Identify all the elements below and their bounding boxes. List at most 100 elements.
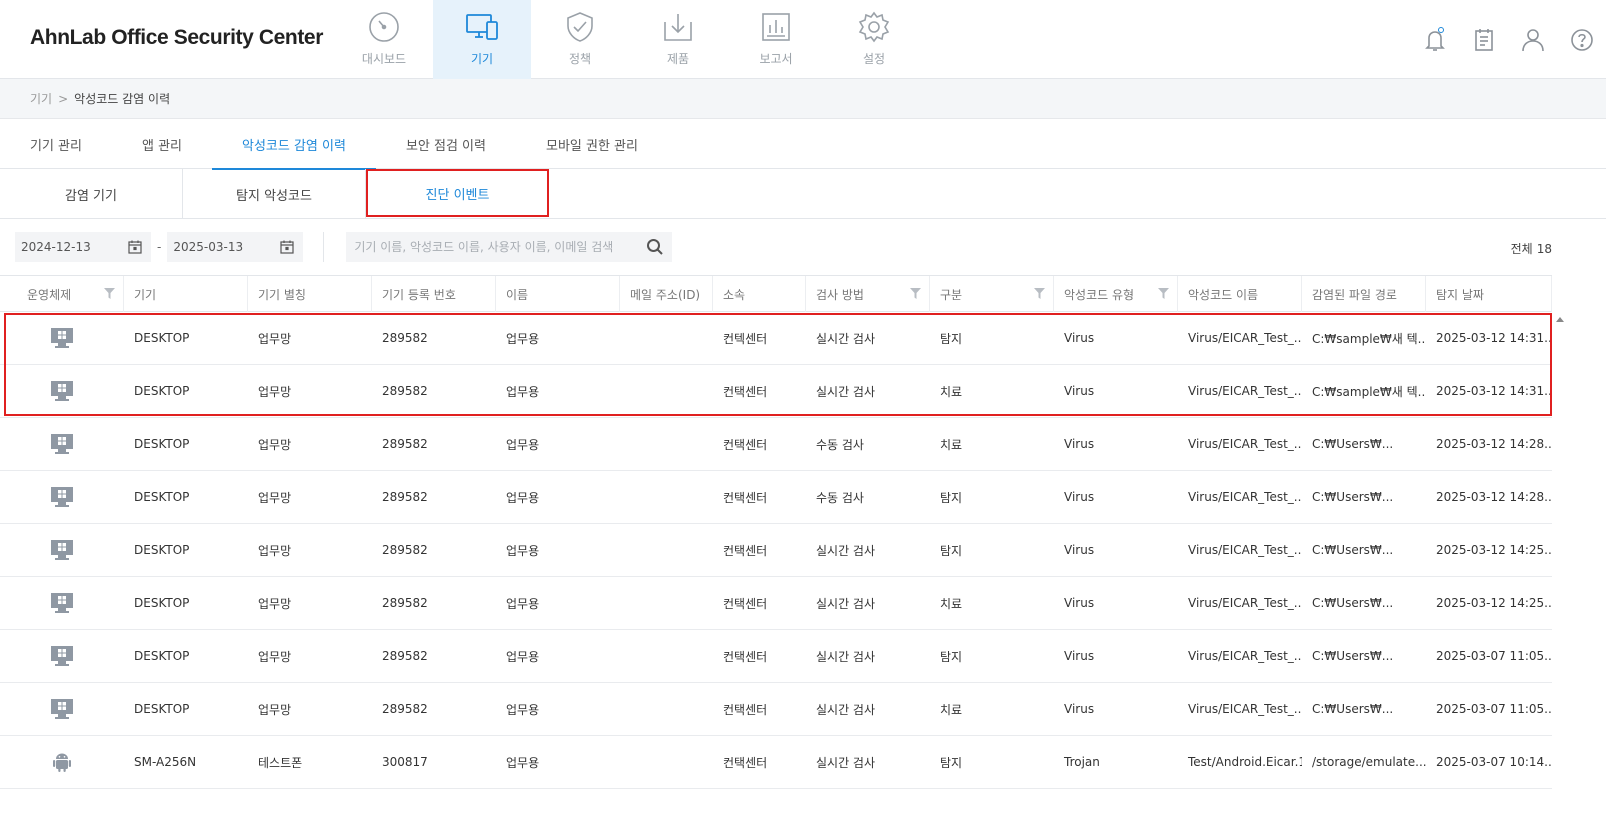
col-org-cell: 컨텍센터 [723,331,768,346]
date-to-picker[interactable]: 2025-03-13 [167,232,304,262]
col-file-path-header[interactable]: 감염된 파일 경로 [1302,276,1426,312]
gnb-label: 대시보드 [361,52,407,66]
col-detect-date-cell: 2025-03-12 14:31... [1436,384,1552,398]
col-scan-method-header[interactable]: 검사 방법 [806,276,930,312]
gnb-products[interactable]: 제품 [629,0,727,79]
download-box-icon [664,14,692,41]
table-row[interactable]: DESKTOP 업무망 289582 업무용 컨택센터 실시간 검사 치료 Virus Viru… [0,683,1552,736]
scroll-up-icon[interactable] [1556,317,1564,322]
col-device-header[interactable]: 기기 [124,276,248,312]
col-malware-type-cell: Virus [1064,543,1095,557]
col-malware-name-header[interactable]: 악성코드 이름 [1178,276,1302,312]
col-malware-name-cell: Virus/EICAR_Test_... [1188,384,1302,398]
gnb-dashboard[interactable]: 대시보드 [335,0,433,79]
filter-bar: 2024-12-13 - 2025-03-13 전체18 [0,219,1606,275]
col-type-cell: 탐지 [940,755,963,770]
table-row[interactable]: DESKTOP 업무망 289582 업무용 컨택센터 실시간 검사 탐지 Virus Viru… [0,630,1552,683]
col-email-cell [620,683,713,735]
filter-funnel-icon[interactable] [1034,288,1045,299]
sub-tabs: 감염 기기 탐지 악성코드 진단 이벤트 [0,169,1606,219]
events-table: 운영체제 기기 기기 별칭 기기 등록 번호 이름 메일 주소(ID) 소속 검사 방법 구분 악… [0,275,1552,789]
col-file-path-cell: C:₩Users₩... [1312,649,1394,663]
tab-device-management[interactable]: 기기 관리 [0,119,112,169]
col-detect-date-header[interactable]: 탐지 날짜 [1426,276,1552,312]
col-malware-type-cell: Virus [1064,437,1095,451]
tab-malware-history[interactable]: 악성코드 감염 이력 [212,119,376,170]
search-input[interactable] [354,240,645,254]
search-icon[interactable] [646,238,664,256]
col-detect-date-cell: 2025-03-12 14:25... [1436,543,1552,557]
breadcrumb-separator: > [58,91,69,106]
filter-funnel-icon[interactable] [1158,288,1169,299]
col-file-path-cell: C:₩Users₩... [1312,437,1394,451]
notepad-button[interactable] [1459,24,1508,56]
col-malware-type-cell: Virus [1064,649,1095,663]
subtab-detected-malware[interactable]: 탐지 악성코드 [183,169,366,219]
gnb-reports[interactable]: 보고서 [727,0,825,79]
os-cell [0,471,124,523]
col-malware-type-header[interactable]: 악성코드 유형 [1054,276,1178,312]
date-from-picker[interactable]: 2024-12-13 [15,232,151,262]
app-logo[interactable]: AhnLab Office Security Center [30,26,323,50]
tab-app-management[interactable]: 앱 관리 [112,119,212,169]
gnb-devices[interactable]: 기기 [433,0,531,79]
table-row[interactable]: DESKTOP 업무망 289582 업무용 컨텍센터 실시간 검사 탐지 Virus Viru… [0,312,1552,365]
windows-icon [51,487,73,507]
col-type-header[interactable]: 구분 [930,276,1054,312]
col-detect-date-cell: 2025-03-07 10:14... [1436,755,1552,769]
gnb-policy[interactable]: 정책 [531,0,629,79]
col-alias-cell: 업무망 [258,596,292,611]
column-label: 기기 [134,287,157,302]
column-label: 악성코드 유형 [1064,287,1135,302]
col-device-cell: DESKTOP [134,702,190,716]
filter-funnel-icon[interactable] [910,288,921,299]
column-label: 감염된 파일 경로 [1312,287,1397,302]
table-row[interactable]: DESKTOP 업무망 289582 업무용 컨택센터 실시간 검사 탐지 Virus Viru… [0,524,1552,577]
col-malware-name-cell: Virus/EICAR_Test_... [1188,437,1302,451]
col-os-header[interactable]: 운영체제 [0,276,124,312]
gnb-settings[interactable]: 설정 [825,0,923,79]
table-row[interactable]: DESKTOP 업무망 289582 업무용 컨택센터 실시간 검사 치료 Virus Viru… [0,365,1552,418]
col-file-path-cell: C:₩Users₩... [1312,702,1394,716]
breadcrumb-parent[interactable]: 기기 [30,90,52,107]
col-file-path-cell: C:₩Users₩... [1312,596,1394,610]
filter-funnel-icon[interactable] [104,288,115,299]
table-row[interactable]: DESKTOP 업무망 289582 업무용 컨택센터 실시간 검사 치료 Virus Viru… [0,577,1552,630]
col-malware-name-cell: Virus/EICAR_Test_... [1188,702,1302,716]
tab-security-check-history[interactable]: 보안 점검 이력 [376,119,516,169]
col-email-header[interactable]: 메일 주소(ID) [620,276,713,312]
col-reg-no-cell: 289582 [382,384,428,398]
date-to-value: 2025-03-13 [173,240,244,254]
col-org-cell: 컨택센터 [723,702,768,717]
col-name-header[interactable]: 이름 [496,276,620,312]
utility-menu [1410,24,1606,56]
column-label: 기기 별칭 [258,287,306,302]
col-malware-type-cell: Virus [1064,702,1095,716]
tab-mobile-permission[interactable]: 모바일 권한 관리 [516,119,668,169]
total-value: 18 [1536,242,1552,256]
table-row[interactable]: DESKTOP 업무망 289582 업무용 컨택센터 수동 검사 치료 Virus Virus… [0,418,1552,471]
breadcrumb: 기기 > 악성코드 감염 이력 [0,79,1606,119]
calendar-icon [128,240,142,254]
col-reg-no-cell: 289582 [382,543,428,557]
user-button[interactable] [1508,24,1557,56]
col-alias-header[interactable]: 기기 별칭 [248,276,372,312]
help-icon [1570,29,1593,51]
help-button[interactable] [1557,24,1606,56]
notification-button[interactable] [1410,24,1459,56]
windows-icon [51,328,73,348]
table-body: DESKTOP 업무망 289582 업무용 컨텍센터 실시간 검사 탐지 Virus Viru… [0,312,1552,789]
subtab-diagnosis-events[interactable]: 진단 이벤트 [366,169,549,217]
breadcrumb-current: 악성코드 감염 이력 [74,92,171,106]
subtab-infected-devices[interactable]: 감염 기기 [0,169,183,219]
col-type-cell: 탐지 [940,649,963,664]
table-row[interactable]: SM-A256N 테스트폰 300817 업무용 컨택센터 실시간 검사 탐지 Trojan T… [0,736,1552,789]
col-org-cell: 컨택센터 [723,649,768,664]
vertical-scrollbar[interactable] [1552,313,1568,813]
table-row[interactable]: DESKTOP 업무망 289582 업무용 컨택센터 수동 검사 탐지 Virus Virus… [0,471,1552,524]
col-org-cell: 컨택센터 [723,384,768,399]
col-reg-no-header[interactable]: 기기 등록 번호 [372,276,496,312]
col-org-header[interactable]: 소속 [713,276,806,312]
col-detect-date-cell: 2025-03-12 14:31... [1436,331,1552,345]
col-scan-method-cell: 실시간 검사 [816,543,876,558]
